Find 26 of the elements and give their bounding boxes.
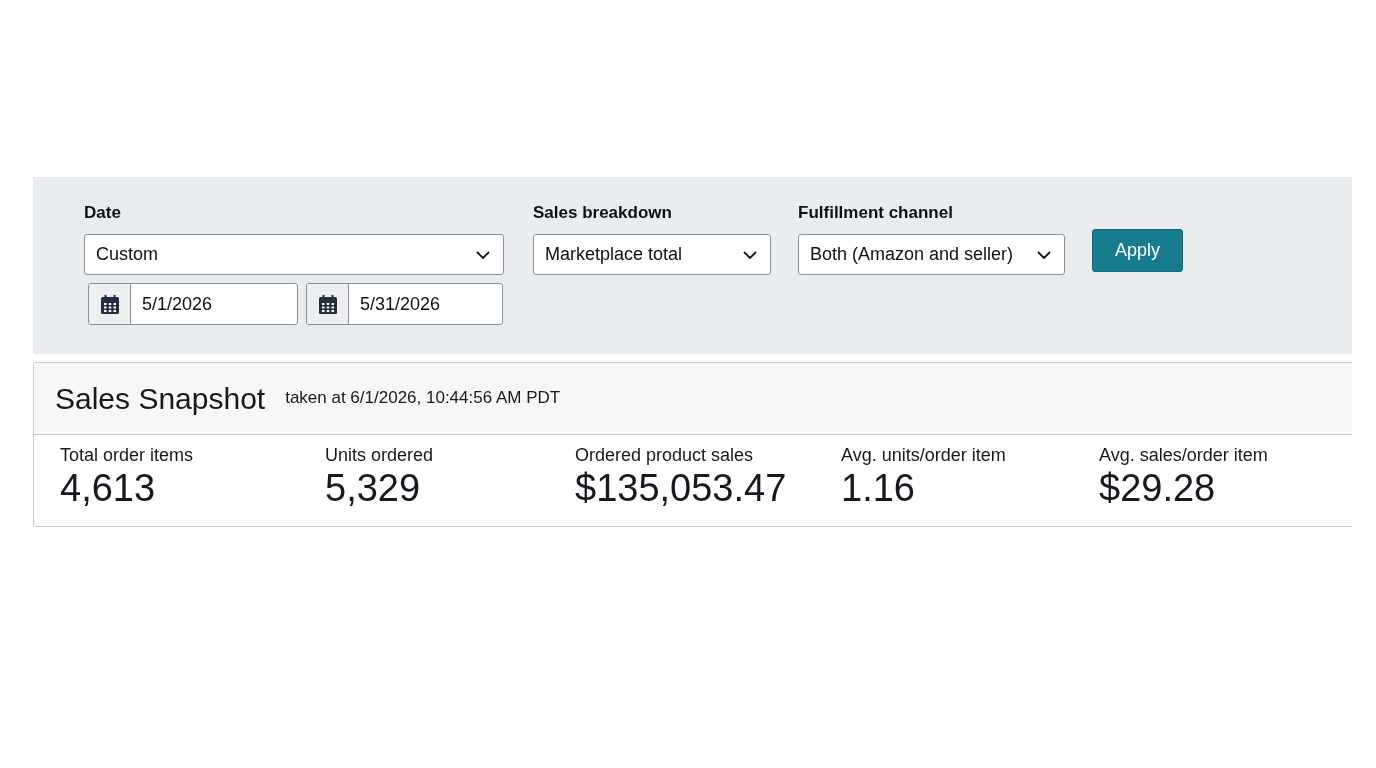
metric-value: 4,613 xyxy=(60,466,156,511)
metric-label: Avg. sales/order item xyxy=(1099,444,1268,466)
chevron-down-icon xyxy=(1037,250,1051,259)
metric-label: Units ordered xyxy=(325,444,434,466)
sales-breakdown-select[interactable]: Marketplace total xyxy=(533,234,771,275)
fulfillment-channel-label: Fulfillment channel xyxy=(798,203,954,223)
date-field[interactable]: 5/31/2026 xyxy=(306,283,503,325)
date-label: Date xyxy=(84,203,122,223)
snapshot-timestamp: taken at 6/1/2026, 10:44:56 AM PDT xyxy=(285,387,561,408)
chevron-down-icon xyxy=(743,250,757,259)
calendar-icon xyxy=(100,294,119,314)
sales-breakdown-label: Sales breakdown xyxy=(533,203,673,223)
calendar-icon xyxy=(318,294,337,314)
metric-label: Avg. units/order item xyxy=(841,444,1006,466)
snapshot-title: Sales Snapshot xyxy=(55,381,266,416)
chevron-down-icon xyxy=(476,250,490,259)
metric-label: Total order items xyxy=(60,444,194,466)
date-select[interactable]: Custom xyxy=(84,234,504,275)
date-field[interactable]: 5/1/2026 xyxy=(88,283,298,325)
metric-label: Ordered product sales xyxy=(575,444,754,466)
metric-value: 1.16 xyxy=(841,466,915,511)
fulfillment-channel-select[interactable]: Both (Amazon and seller) xyxy=(798,234,1065,275)
metric-value: $29.28 xyxy=(1099,466,1216,511)
metric-value: 5,329 xyxy=(325,466,421,511)
metric-value: $135,053.47 xyxy=(575,466,787,511)
apply-button[interactable]: Apply xyxy=(1092,229,1183,272)
